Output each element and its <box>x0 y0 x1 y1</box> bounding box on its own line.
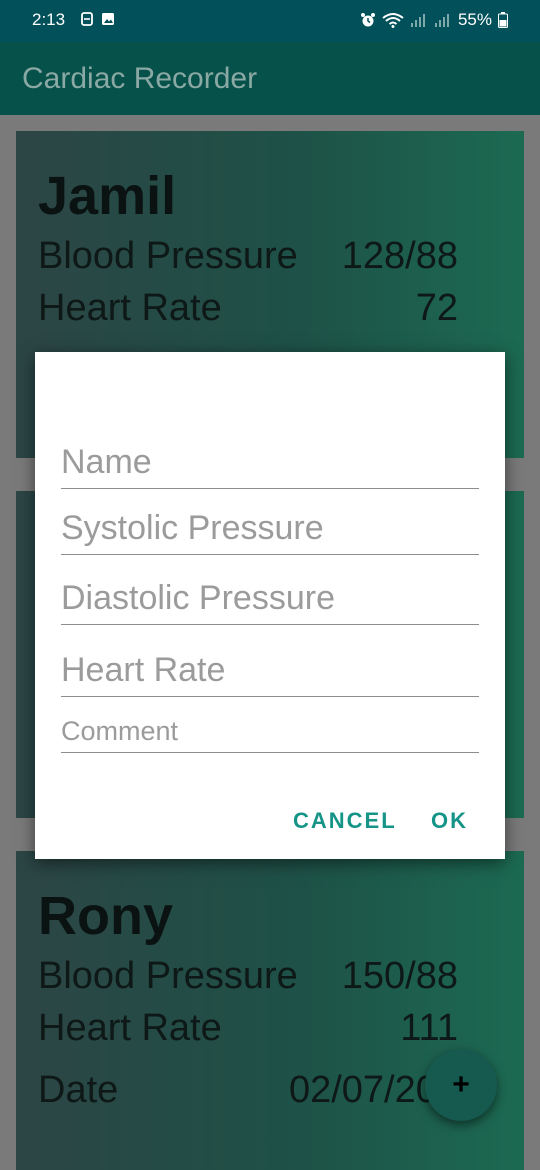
add-record-dialog: CANCEL OK <box>35 352 505 859</box>
name-field[interactable] <box>61 440 479 489</box>
sync-icon <box>81 12 93 26</box>
systolic-field[interactable] <box>61 506 479 555</box>
hr-label: Heart Rate <box>38 1007 222 1049</box>
hr-value: 111 <box>400 1007 458 1049</box>
ok-button[interactable]: OK <box>431 808 468 834</box>
date-label: Date <box>38 1069 119 1111</box>
diastolic-input[interactable] <box>61 575 479 621</box>
comment-input[interactable] <box>61 714 479 748</box>
alarm-icon <box>360 13 375 27</box>
status-time: 2:13 <box>32 10 66 29</box>
signal-icon <box>410 14 425 27</box>
name-input[interactable] <box>61 440 479 484</box>
heart-rate-field[interactable] <box>61 648 479 697</box>
signal-icon-2 <box>434 14 449 27</box>
record-card[interactable]: Rony Blood Pressure 150/88 Heart Rate 11… <box>16 851 524 1170</box>
add-record-button[interactable]: + <box>425 1049 497 1121</box>
hr-value: 72 <box>415 287 458 329</box>
systolic-input[interactable] <box>61 506 479 550</box>
record-name: Jamil <box>38 166 177 226</box>
comment-field[interactable] <box>61 714 479 753</box>
diastolic-field[interactable] <box>61 575 479 625</box>
heart-rate-input[interactable] <box>61 648 479 692</box>
image-icon <box>102 13 114 25</box>
bp-label: Blood Pressure <box>38 955 298 997</box>
app-title: Cardiac Recorder <box>22 62 258 95</box>
battery-percent: 55% <box>457 10 492 29</box>
hr-label: Heart Rate <box>38 287 222 329</box>
bp-value: 128/88 <box>341 235 458 277</box>
cancel-button[interactable]: CANCEL <box>293 808 397 834</box>
bp-value: 150/88 <box>341 955 458 997</box>
wifi-icon <box>382 13 404 28</box>
status-bar: 2:13 55% <box>0 0 540 42</box>
bp-label: Blood Pressure <box>38 235 298 277</box>
record-name: Rony <box>38 886 173 946</box>
battery-icon <box>498 12 508 28</box>
